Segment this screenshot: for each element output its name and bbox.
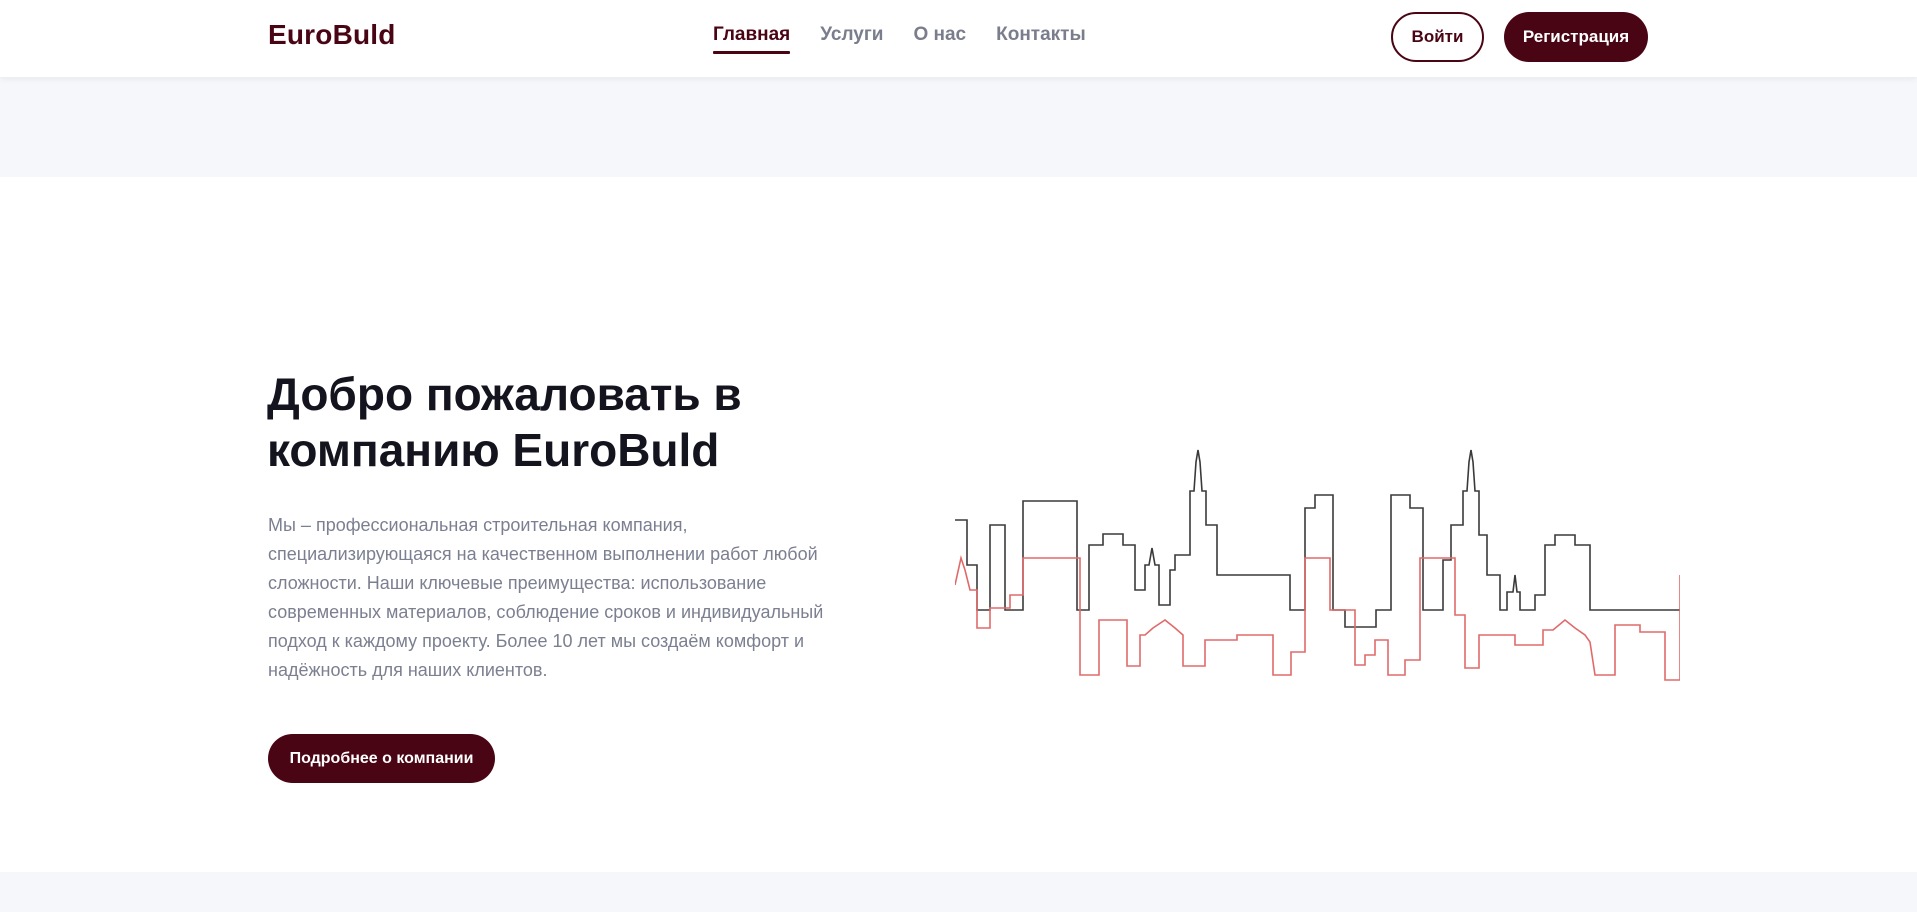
login-button[interactable]: Войти <box>1391 12 1484 62</box>
nav-item-about[interactable]: О нас <box>913 24 966 54</box>
logo[interactable]: EuroBuld <box>268 19 396 51</box>
hero-description: Мы – профессиональная строительная компа… <box>268 515 824 680</box>
top-band <box>0 77 1917 177</box>
register-button[interactable]: Регистрация <box>1504 12 1648 62</box>
site-header: EuroBuld Главная Услуги О нас Контакты В… <box>0 0 1917 77</box>
nav-item-services[interactable]: Услуги <box>820 24 883 54</box>
hero-title: Добро пожаловать в компанию EuroBuld <box>267 368 742 476</box>
nav-item-home[interactable]: Главная <box>713 24 791 54</box>
skyline-red-outline <box>955 555 1680 681</box>
main-nav: Главная Услуги О нас Контакты <box>713 24 1086 54</box>
skyline-dark-outline <box>955 449 1680 628</box>
more-about-company-button[interactable]: Подробнее о компании <box>268 734 495 783</box>
city-skyline-icon <box>955 449 1680 681</box>
bottom-band <box>0 872 1917 912</box>
nav-item-contacts[interactable]: Контакты <box>996 24 1086 54</box>
